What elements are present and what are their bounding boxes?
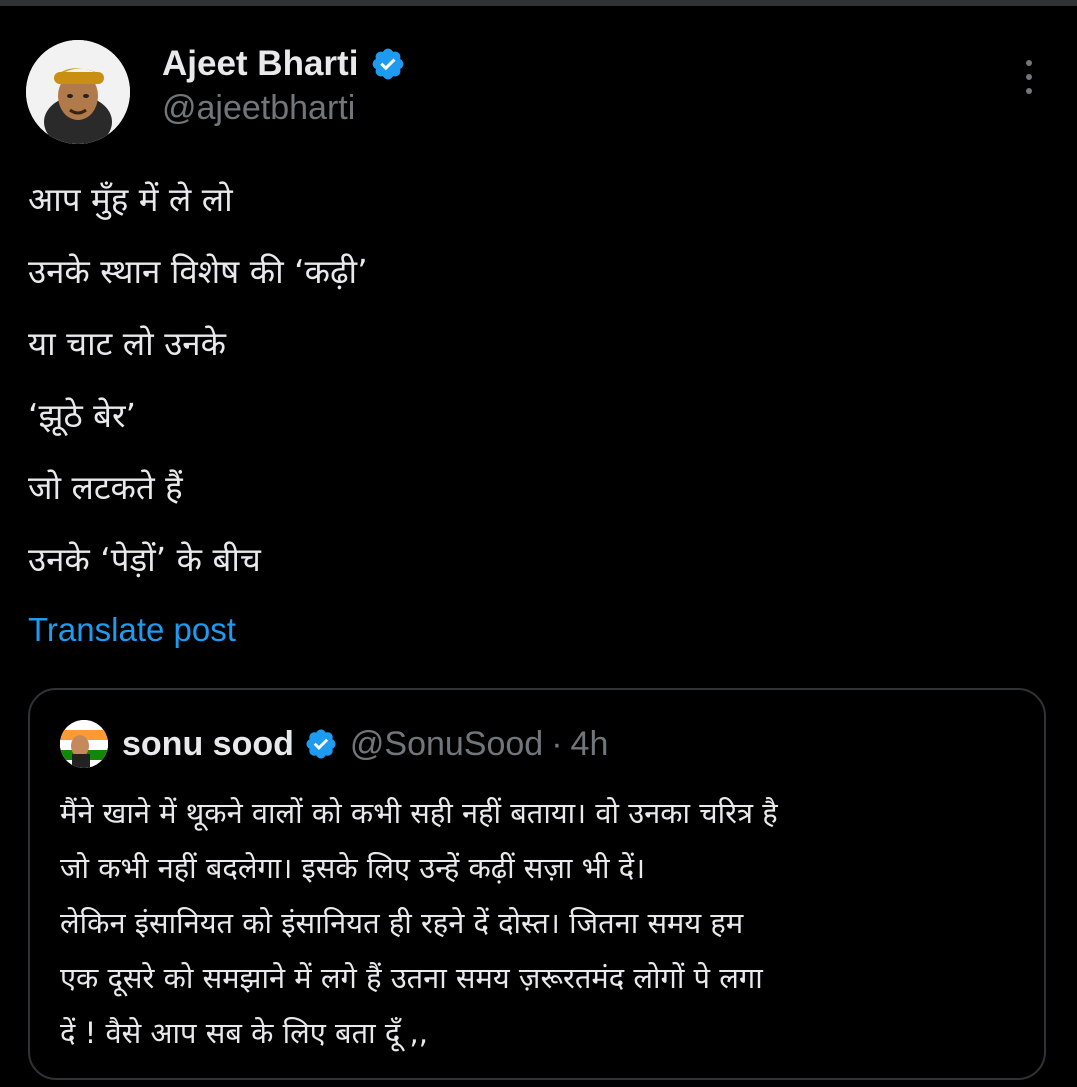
avatar-image [26, 40, 130, 144]
post-line: आप मुँह में ले लो [28, 180, 233, 219]
post-line: ‘झूठे बेर’ [28, 396, 136, 435]
quoted-post-text: मैंने खाने में थूकने वालों को कभी सही नह… [60, 786, 1030, 1061]
quoted-post-line: जो कभी नहीं बदलेगा। इसके लिए उन्हें कढ़ी… [60, 851, 646, 885]
post-text: आप मुँह में ले लो उनके स्थान विशेष की ‘क… [28, 164, 1028, 596]
translate-post-link[interactable]: Translate post [28, 608, 236, 652]
verified-badge-icon [370, 46, 406, 82]
quoted-post-line: एक दूसरे को समझाने में लगे हैं उतना समय … [60, 961, 763, 995]
quoted-post-line: दें ! वैसे आप सब के लिए बता दूँ ,, [60, 1016, 428, 1050]
post-line: उनके स्थान विशेष की ‘कढ़ी’ [28, 252, 368, 291]
quoted-author-handle[interactable]: @SonuSood [350, 725, 543, 764]
quoted-post-header: sonu sood @SonuSood · 4h [60, 720, 608, 768]
quoted-post-line: लेकिन इंसानियत को इंसानियत ही रहने दें द… [60, 906, 744, 940]
more-options-icon[interactable] [1021, 60, 1037, 94]
top-divider [0, 0, 1077, 6]
post-line: उनके ‘पेड़ों’ के बीच [28, 540, 261, 579]
author-display-name[interactable]: Ajeet Bharti [162, 42, 358, 86]
quoted-avatar [60, 720, 108, 768]
author-handle[interactable]: @ajeetbharti [162, 86, 406, 130]
post-author: Ajeet Bharti @ajeetbharti [26, 40, 406, 144]
avatar[interactable] [26, 40, 130, 144]
quoted-post-timestamp[interactable]: 4h [571, 725, 609, 764]
verified-badge-icon [304, 727, 338, 761]
quoted-post-line: मैंने खाने में थूकने वालों को कभी सही नह… [60, 796, 778, 830]
separator-dot: · [551, 724, 563, 763]
quoted-post-card[interactable]: sonu sood @SonuSood · 4h मैंने खाने में … [28, 688, 1046, 1080]
post-line: जो लटकते हैं [28, 468, 183, 507]
post-line: या चाट लो उनके [28, 324, 226, 363]
quoted-author-display-name[interactable]: sonu sood [122, 725, 294, 764]
